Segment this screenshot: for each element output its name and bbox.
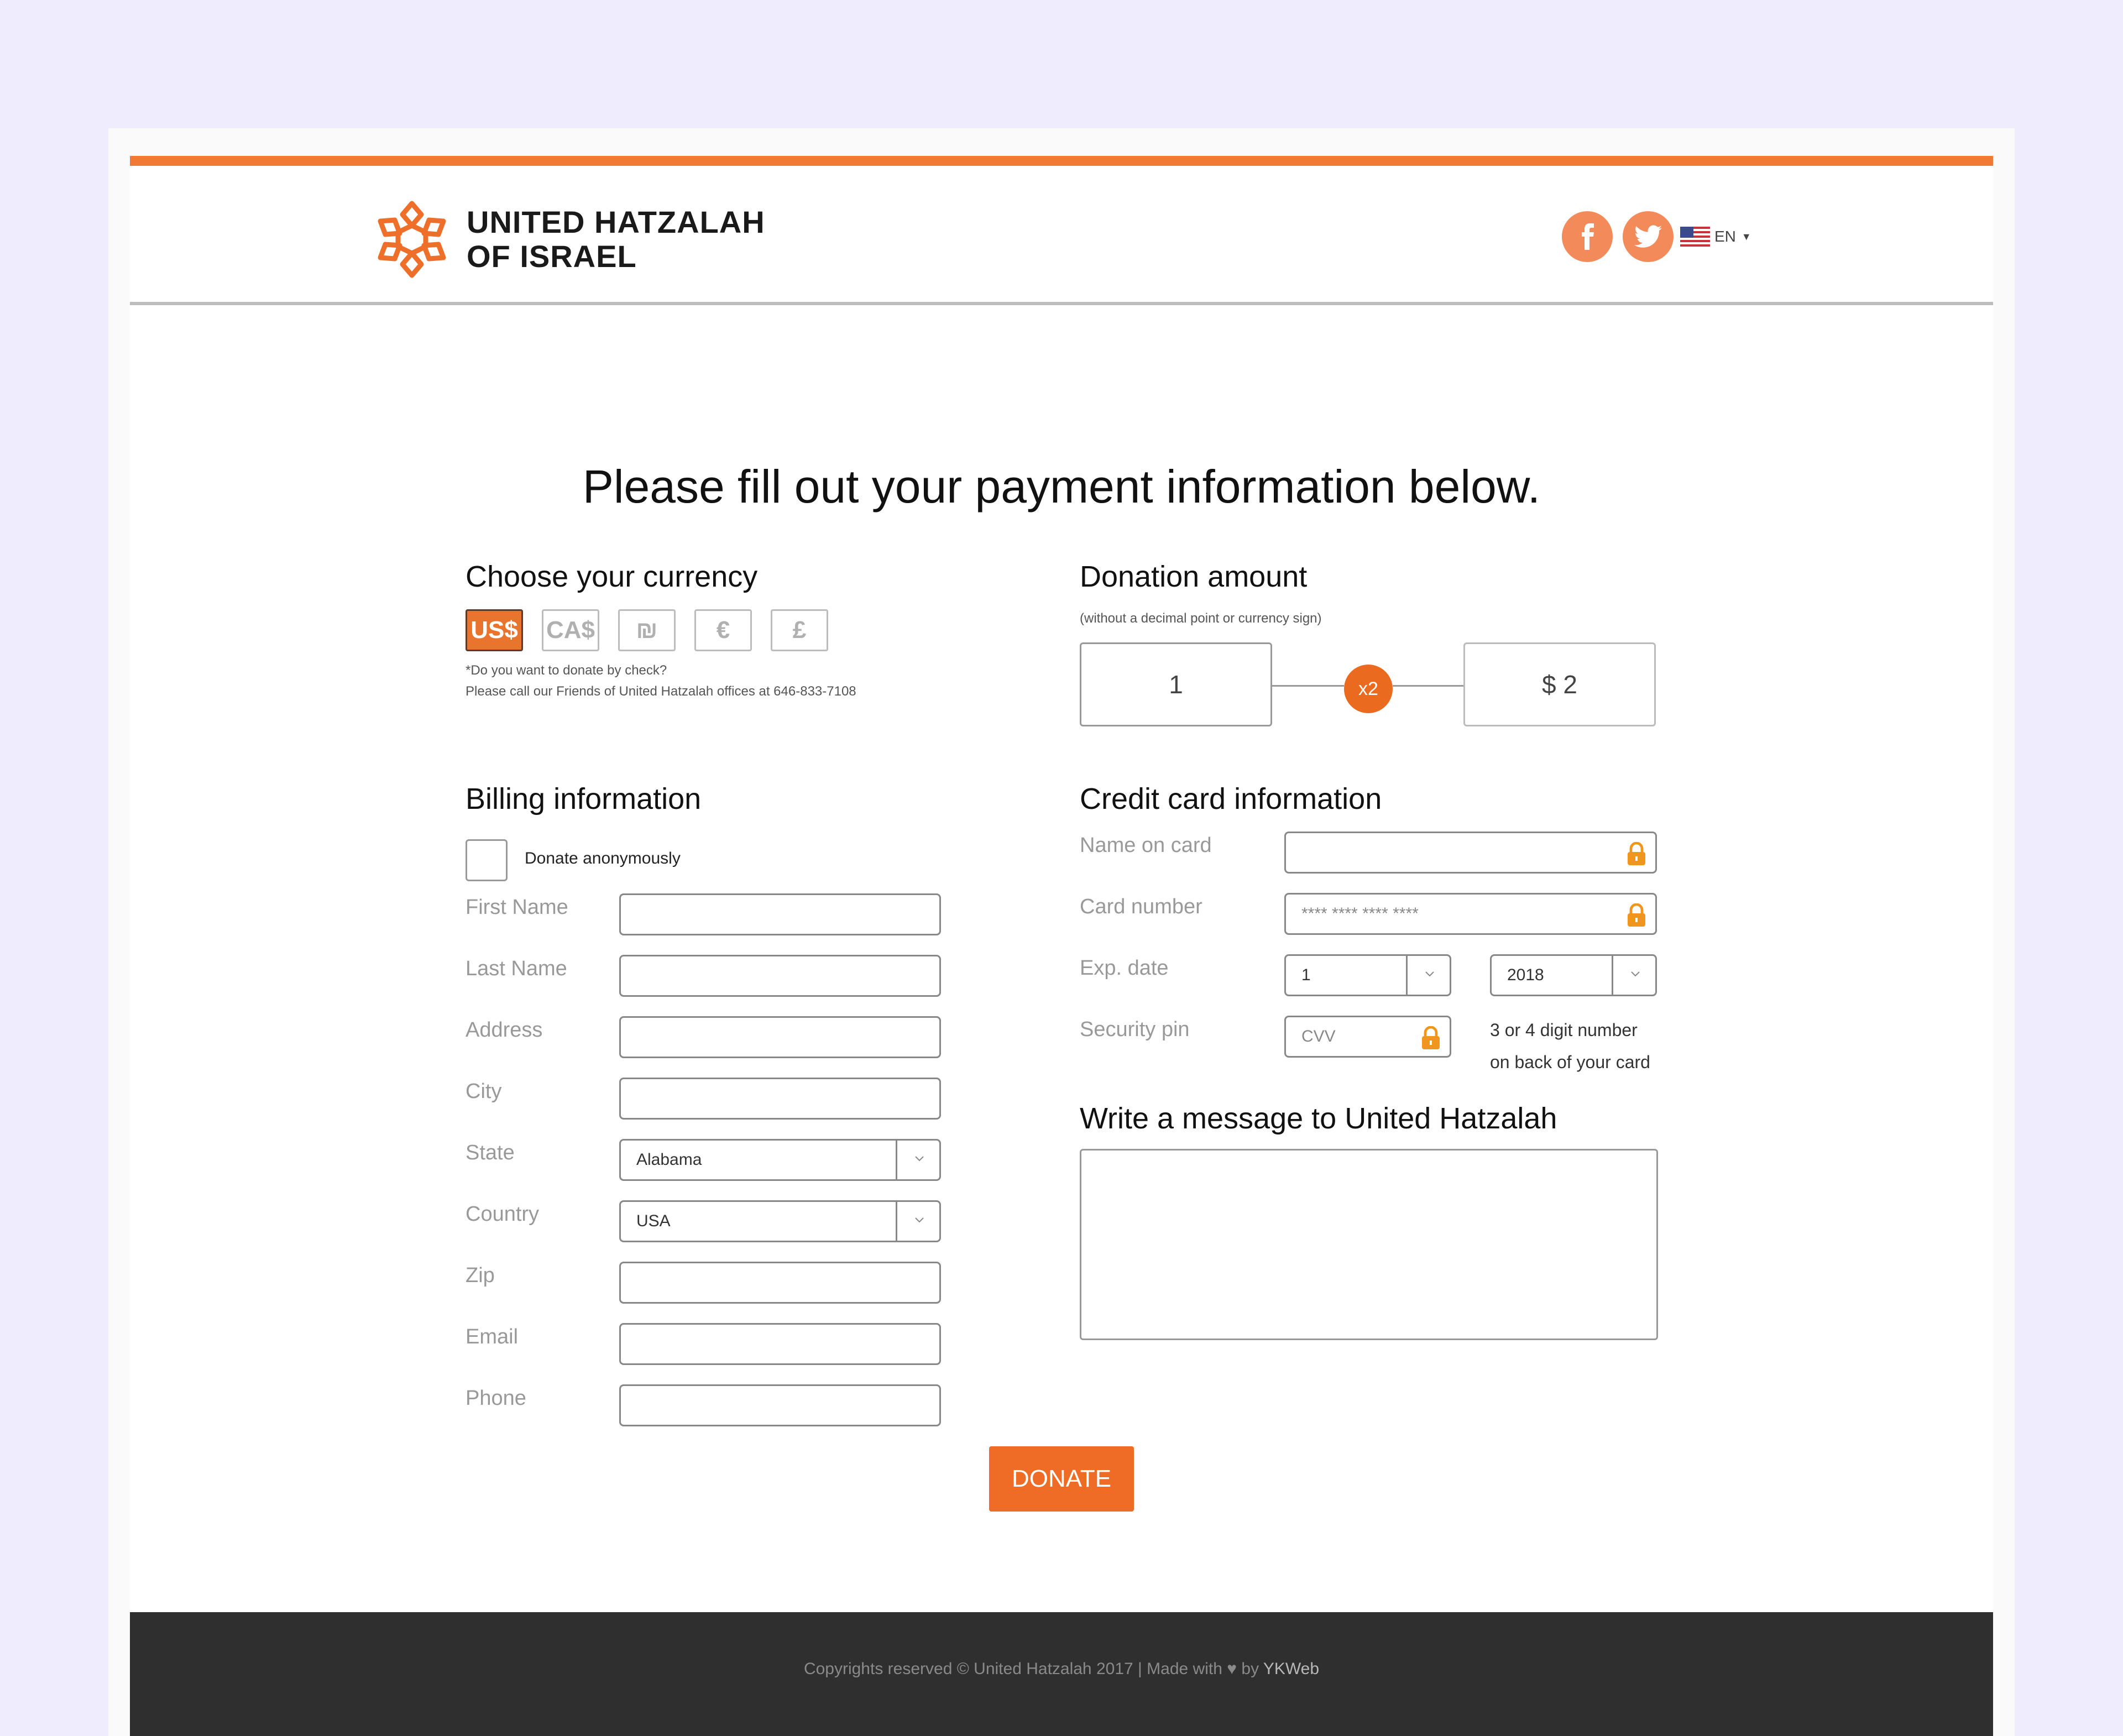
address-label: Address: [466, 1018, 543, 1042]
chevron-down-icon: [915, 1156, 924, 1162]
logo-star-icon: [378, 201, 446, 278]
address-input[interactable]: [619, 1016, 941, 1058]
last-name-label: Last Name: [466, 957, 567, 980]
city-label: City: [466, 1080, 502, 1103]
donation-subtext: (without a decimal point or currency sig…: [1080, 611, 1322, 626]
zip-input[interactable]: [619, 1262, 941, 1304]
card-name-label: Name on card: [1080, 834, 1212, 857]
cvv-hint-line-1: 3 or 4 digit number: [1490, 1020, 1638, 1040]
check-note-line-1: *Do you want to donate by check?: [466, 663, 667, 678]
donation-amount-input[interactable]: 1: [1080, 642, 1272, 726]
message-heading: Write a message to United Hatzalah: [1080, 1102, 1557, 1135]
page-title: Please fill out your payment information…: [582, 461, 1541, 513]
email-label: Email: [466, 1325, 519, 1348]
card-number-label: Card number: [1080, 895, 1202, 918]
donate-button[interactable]: DONATE: [989, 1446, 1134, 1512]
heart-icon: ♥: [1227, 1660, 1237, 1678]
language-label: EN: [1714, 228, 1736, 245]
phone-input[interactable]: [619, 1384, 941, 1426]
facebook-icon: [1582, 223, 1594, 250]
cvv-hint-line-2: on back of your card: [1490, 1052, 1650, 1072]
connector-line: [1393, 685, 1463, 687]
currency-eur[interactable]: €: [694, 609, 752, 651]
currency-gbp[interactable]: £: [771, 609, 828, 651]
cvv-placeholder: CVV: [1301, 1027, 1336, 1045]
logo-line-2: OF ISRAEL: [467, 239, 637, 274]
donation-page: UNITED HATZALAH OF ISRAEL EN ▼ Please fi…: [130, 156, 1993, 1736]
exp-year-value: 2018: [1507, 966, 1544, 984]
cvv-hint: 3 or 4 digit number on back of your card: [1490, 1014, 1650, 1078]
twitter-button[interactable]: [1623, 211, 1674, 262]
state-label: State: [466, 1141, 515, 1164]
anonymous-label: Donate anonymously: [525, 849, 681, 867]
donation-heading: Donation amount: [1080, 560, 1308, 593]
lock-icon: [1422, 1026, 1440, 1049]
logo-text: UNITED HATZALAH OF ISRAEL: [467, 205, 765, 274]
lock-icon: [1628, 903, 1645, 927]
city-input[interactable]: [619, 1078, 941, 1120]
chevron-down-icon: ▼: [1741, 231, 1751, 242]
donation-total: $ 2: [1463, 642, 1656, 726]
state-select[interactable]: Alabama: [619, 1139, 941, 1181]
anonymous-checkbox[interactable]: [466, 839, 508, 881]
exp-year-select[interactable]: 2018: [1490, 954, 1657, 996]
security-pin-label: Security pin: [1080, 1018, 1190, 1041]
footer: Copyrights reserved © United Hatzalah 20…: [130, 1612, 1993, 1736]
chevron-down-icon: [1631, 971, 1640, 977]
logo-line-1: UNITED HATZALAH: [467, 205, 765, 239]
zip-label: Zip: [466, 1264, 495, 1287]
footer-text: Copyrights reserved © United Hatzalah 20…: [130, 1660, 1993, 1679]
connector-line: [1272, 685, 1344, 687]
us-flag-icon: [1680, 227, 1710, 247]
country-value: USA: [636, 1212, 671, 1230]
footer-copyright: Copyrights reserved © United Hatzalah 20…: [803, 1660, 1222, 1678]
message-textarea[interactable]: [1080, 1149, 1658, 1340]
exp-date-label: Exp. date: [1080, 956, 1169, 980]
cvv-input[interactable]: CVV: [1284, 1016, 1451, 1058]
accent-bar: [130, 156, 1993, 166]
first-name-label: First Name: [466, 896, 568, 919]
check-note-line-2: Please call our Friends of United Hatzal…: [466, 684, 856, 699]
currency-usd[interactable]: US$: [466, 609, 523, 651]
currency-ils[interactable]: ₪: [618, 609, 676, 651]
header-actions: EN ▼: [1562, 211, 1751, 262]
email-input[interactable]: [619, 1323, 941, 1365]
select-divider: [1612, 956, 1613, 995]
footer-brand-link[interactable]: YKWeb: [1263, 1660, 1319, 1678]
country-select[interactable]: USA: [619, 1200, 941, 1242]
chevron-down-icon: [1425, 971, 1434, 977]
twitter-icon: [1634, 225, 1662, 248]
card-heading: Credit card information: [1080, 782, 1382, 815]
chevron-down-icon: [915, 1217, 924, 1223]
exp-month-select[interactable]: 1: [1284, 954, 1451, 996]
footer-by: by: [1241, 1660, 1259, 1678]
header-divider: [130, 302, 1993, 305]
card-number-placeholder: **** **** **** ****: [1301, 904, 1419, 923]
state-value: Alabama: [636, 1151, 702, 1169]
exp-month-value: 1: [1301, 966, 1311, 984]
logo[interactable]: UNITED HATZALAH OF ISRAEL: [370, 192, 765, 286]
billing-heading: Billing information: [466, 782, 702, 815]
currency-heading: Choose your currency: [466, 560, 758, 593]
first-name-input[interactable]: [619, 893, 941, 935]
select-divider: [896, 1202, 897, 1241]
facebook-button[interactable]: [1562, 211, 1613, 262]
phone-label: Phone: [466, 1387, 526, 1410]
select-divider: [896, 1141, 897, 1179]
card-name-input[interactable]: [1284, 832, 1657, 874]
currency-cad[interactable]: CA$: [542, 609, 599, 651]
card-number-input[interactable]: **** **** **** ****: [1284, 893, 1657, 935]
lock-icon: [1628, 842, 1645, 865]
country-label: Country: [466, 1202, 540, 1226]
last-name-input[interactable]: [619, 955, 941, 997]
language-selector[interactable]: EN ▼: [1680, 227, 1751, 247]
multiplier-badge: x2: [1344, 665, 1393, 713]
select-divider: [1406, 956, 1408, 995]
